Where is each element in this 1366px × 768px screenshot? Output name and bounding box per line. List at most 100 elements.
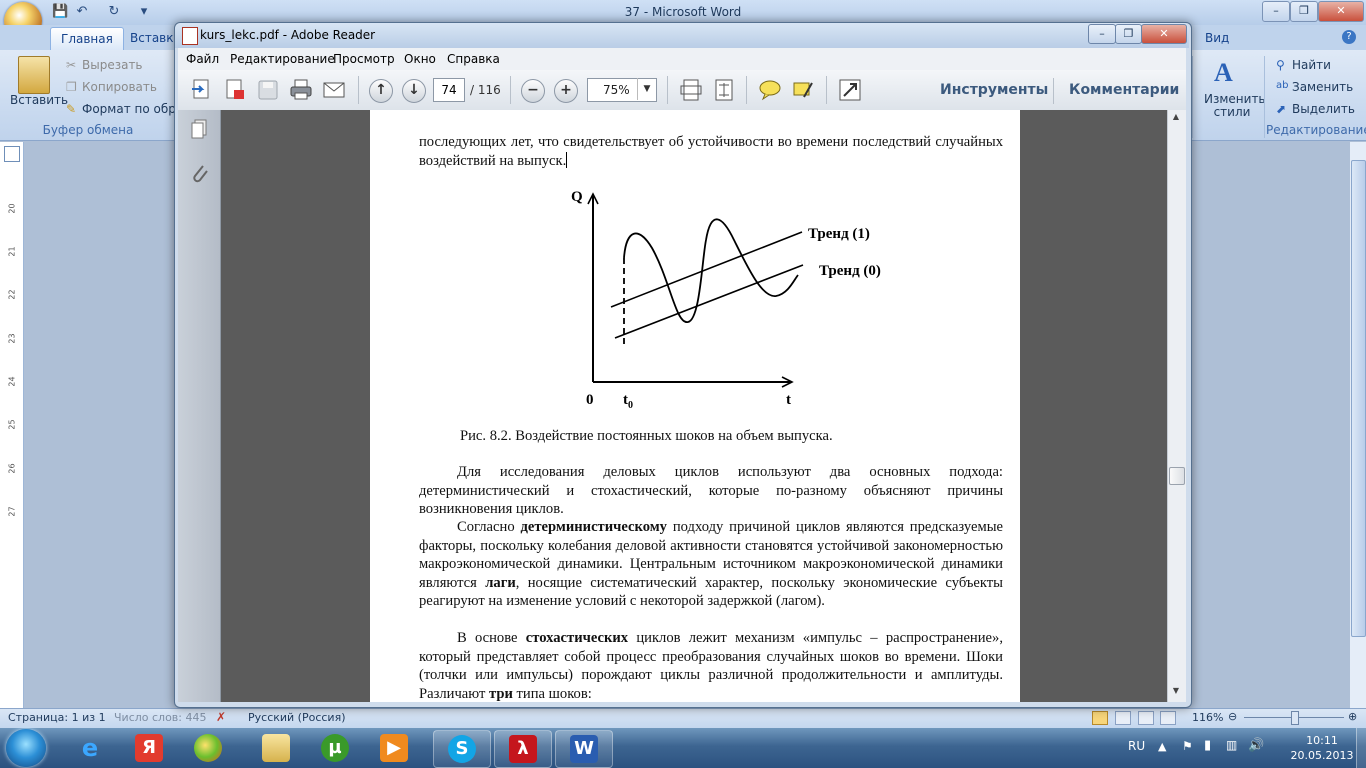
tab-selector[interactable] xyxy=(4,146,20,162)
menu-window[interactable]: Окно xyxy=(404,52,436,66)
previous-page-button[interactable]: ↑ xyxy=(369,79,393,103)
reader-minimize-button[interactable]: – xyxy=(1088,24,1116,44)
word-close-button[interactable]: ✕ xyxy=(1318,1,1364,22)
select-button[interactable]: Выделить xyxy=(1292,102,1355,116)
sticky-note-icon[interactable] xyxy=(757,77,783,103)
ribbon-separator xyxy=(1264,56,1265,138)
find-button[interactable]: Найти xyxy=(1292,58,1331,72)
menu-view[interactable]: Просмотр xyxy=(333,52,395,66)
taskbar-skype[interactable]: S xyxy=(433,730,491,768)
change-styles-button[interactable]: Изменить стили xyxy=(1204,93,1266,119)
menu-help[interactable]: Справка xyxy=(447,52,500,66)
toolbar-separator xyxy=(667,76,668,104)
taskbar-explorer[interactable] xyxy=(248,730,304,766)
media-player-icon: ▶ xyxy=(380,734,408,762)
volume-icon[interactable]: 🔊 xyxy=(1248,738,1264,753)
cut-button[interactable]: Вырезать xyxy=(82,58,143,72)
tab-home[interactable]: Главная xyxy=(50,27,124,50)
reader-close-button[interactable]: ✕ xyxy=(1141,24,1187,44)
fit-page-icon[interactable] xyxy=(678,77,704,103)
ruler-number: 25 xyxy=(7,419,17,430)
clock[interactable]: 10:11 20.05.2013 xyxy=(1290,733,1354,763)
reader-maximize-button[interactable]: ❐ xyxy=(1115,24,1142,44)
page-number-input[interactable]: 74 xyxy=(433,78,465,102)
reader-window-title: kurs_lekc.pdf - Adobe Reader xyxy=(200,28,376,42)
network-icon[interactable]: ▥ xyxy=(1226,738,1237,752)
taskbar-adobe-reader[interactable]: λ xyxy=(494,730,552,768)
page-thumbnails-icon[interactable] xyxy=(189,118,209,140)
language-status[interactable]: Русский (Россия) xyxy=(248,711,346,724)
fit-width-icon[interactable] xyxy=(711,77,737,103)
scissors-icon: ✂ xyxy=(66,58,77,72)
taskbar-utorrent[interactable]: µ xyxy=(307,730,363,766)
proofing-icon[interactable]: ✗ xyxy=(216,710,226,724)
p3-bold2: три xyxy=(489,685,513,702)
page-count-status[interactable]: Страница: 1 из 1 xyxy=(8,711,106,724)
p2-pre: Согласно xyxy=(457,519,515,535)
print-layout-icon[interactable] xyxy=(1092,711,1108,725)
zoom-level-status[interactable]: 116% xyxy=(1192,711,1223,724)
show-desktop-button[interactable] xyxy=(1356,728,1366,768)
word-count-status[interactable]: Число слов: 445 xyxy=(114,711,207,724)
attachments-icon[interactable] xyxy=(189,160,209,186)
scroll-up-icon[interactable]: ▲ xyxy=(1169,112,1183,124)
expand-icon[interactable] xyxy=(837,77,863,103)
redo-icon[interactable]: ↻ xyxy=(106,4,122,20)
copy-button[interactable]: Копировать xyxy=(82,80,157,94)
comments-pane-button[interactable]: Комментарии xyxy=(1069,82,1179,98)
show-hidden-icons[interactable]: ▲ xyxy=(1158,740,1166,753)
create-pdf-icon[interactable] xyxy=(189,77,215,103)
word-minimize-button[interactable]: – xyxy=(1262,1,1290,22)
tab-view[interactable]: Вид xyxy=(1195,27,1239,49)
action-center-icon[interactable]: ⚑ xyxy=(1182,739,1193,753)
taskbar-yandex-browser[interactable]: Я xyxy=(121,730,177,766)
zoom-out-icon[interactable]: ⊖ xyxy=(1228,710,1237,723)
menu-file[interactable]: Файл xyxy=(186,52,219,66)
share-pdf-icon[interactable] xyxy=(222,77,248,103)
word-maximize-button[interactable]: ❐ xyxy=(1290,1,1318,22)
x-axis-label: t xyxy=(786,392,791,408)
help-icon[interactable]: ? xyxy=(1342,30,1356,44)
next-page-button[interactable]: ↓ xyxy=(402,79,426,103)
full-screen-reading-icon[interactable] xyxy=(1114,711,1131,725)
start-button[interactable] xyxy=(6,729,46,767)
colorful-ball-icon xyxy=(194,734,222,762)
zoom-in-icon[interactable]: ⊕ xyxy=(1348,710,1357,723)
print-icon[interactable] xyxy=(288,77,314,103)
replace-icon: ab xyxy=(1276,80,1289,91)
change-styles-icon[interactable]: A xyxy=(1214,58,1233,88)
menu-edit[interactable]: Редактирование xyxy=(230,52,335,66)
ruler-number: 23 xyxy=(7,333,17,344)
word-scroll-thumb[interactable] xyxy=(1351,160,1366,637)
replace-button[interactable]: Заменить xyxy=(1292,80,1353,94)
battery-icon[interactable]: ▮ xyxy=(1204,738,1211,753)
highlight-text-icon[interactable] xyxy=(790,77,816,103)
save-disk-icon[interactable] xyxy=(255,77,281,103)
zoom-in-button[interactable]: + xyxy=(554,79,578,103)
save-icon[interactable]: 💾 xyxy=(52,4,68,20)
paste-button[interactable]: Вставить xyxy=(10,93,68,107)
zoom-slider-thumb[interactable] xyxy=(1291,711,1299,725)
pdf-page: последующих лет, что свидетельствует об … xyxy=(370,110,1020,702)
reader-vertical-scrollbar[interactable] xyxy=(1167,110,1186,702)
ruler-number: 27 xyxy=(7,506,17,517)
scroll-down-icon[interactable]: ▼ xyxy=(1169,686,1183,698)
undo-icon[interactable]: ↶ xyxy=(74,4,90,20)
zoom-out-button[interactable]: − xyxy=(521,79,545,103)
taskbar-internet-explorer[interactable]: e xyxy=(62,730,118,766)
taskbar-media-player[interactable]: ▶ xyxy=(366,730,422,766)
paste-icon[interactable] xyxy=(18,56,50,94)
reader-scroll-thumb[interactable] xyxy=(1169,467,1185,485)
outline-icon[interactable] xyxy=(1160,711,1177,725)
tools-pane-button[interactable]: Инструменты xyxy=(940,82,1048,98)
clipboard-group-label: Буфер обмена xyxy=(42,123,134,137)
view-buttons[interactable] xyxy=(1092,711,1182,742)
taskbar-app-ball[interactable] xyxy=(180,730,236,766)
customize-quick-access-icon[interactable]: ▾ xyxy=(136,4,152,20)
language-indicator[interactable]: RU xyxy=(1128,739,1145,753)
web-layout-icon[interactable] xyxy=(1137,711,1154,725)
chevron-down-icon[interactable]: ▼ xyxy=(637,78,656,100)
trend-0-label: Тренд (0) xyxy=(819,263,881,279)
email-icon[interactable] xyxy=(321,77,347,103)
taskbar-word[interactable]: W xyxy=(555,730,613,768)
